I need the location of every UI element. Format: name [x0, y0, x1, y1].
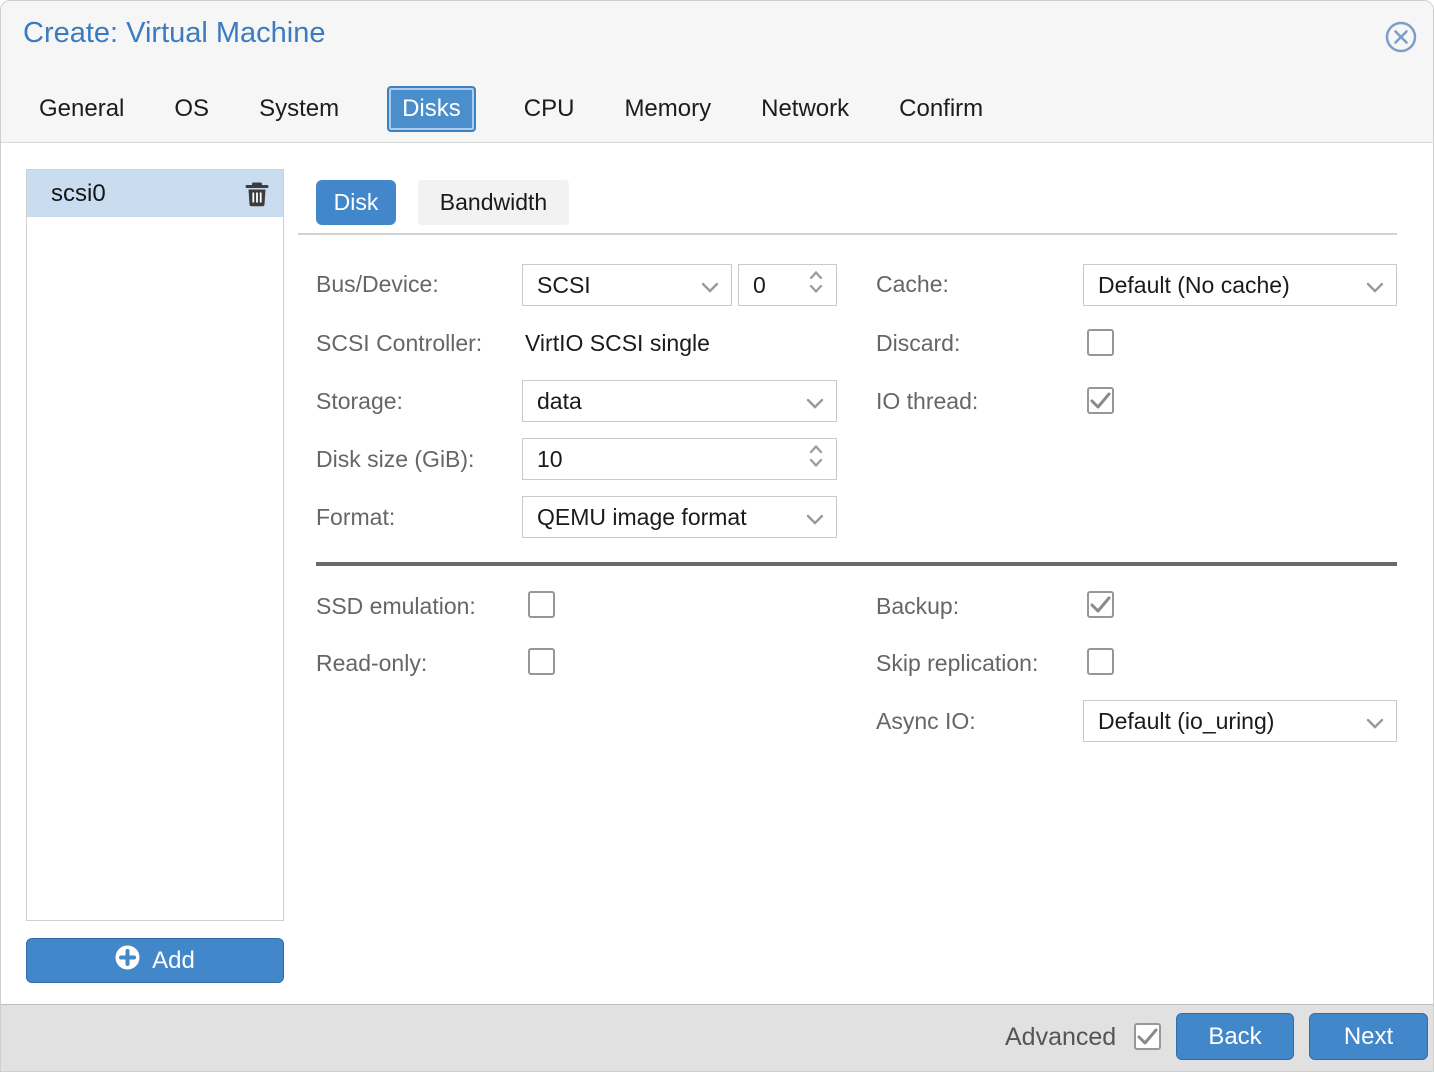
- ssd-emulation-checkbox[interactable]: [528, 591, 555, 618]
- dialog-body: scsi0 Add Disk: [1, 144, 1433, 1006]
- ssd-emulation-label: SSD emulation:: [316, 593, 476, 620]
- tab-os[interactable]: OS: [172, 86, 211, 132]
- section-divider: [316, 562, 1397, 566]
- discard-label: Discard:: [876, 330, 960, 357]
- spinner-arrows-icon[interactable]: [808, 269, 824, 301]
- dialog-header: Create: Virtual Machine General OS Syste…: [1, 1, 1433, 143]
- bus-device-label: Bus/Device:: [316, 271, 439, 298]
- chevron-down-icon: [806, 388, 824, 415]
- tab-network[interactable]: Network: [759, 86, 851, 132]
- scsi-controller-label: SCSI Controller:: [316, 330, 482, 357]
- subtab-divider: [298, 233, 1397, 235]
- back-button[interactable]: Back: [1176, 1013, 1294, 1060]
- tab-system[interactable]: System: [257, 86, 341, 132]
- delete-disk-icon[interactable]: [245, 181, 269, 207]
- io-thread-label: IO thread:: [876, 388, 978, 415]
- skip-replication-label: Skip replication:: [876, 650, 1038, 677]
- device-number-stepper[interactable]: 0: [738, 264, 837, 306]
- close-button[interactable]: [1383, 19, 1419, 55]
- format-select[interactable]: QEMU image format: [522, 496, 837, 538]
- plus-icon: [115, 945, 140, 977]
- skip-replication-checkbox[interactable]: [1087, 648, 1114, 675]
- chevron-down-icon: [1366, 708, 1384, 735]
- backup-label: Backup:: [876, 593, 959, 620]
- backup-checkbox[interactable]: [1087, 591, 1114, 618]
- dialog-title: Create: Virtual Machine: [23, 17, 326, 50]
- subtab-disk[interactable]: Disk: [316, 180, 396, 225]
- chevron-down-icon: [806, 504, 824, 531]
- disk-size-stepper[interactable]: 10: [522, 438, 837, 480]
- read-only-checkbox[interactable]: [528, 648, 555, 675]
- wizard-tabs: General OS System Disks CPU Memory Netwo…: [37, 84, 985, 134]
- async-io-select[interactable]: Default (io_uring): [1083, 700, 1397, 742]
- read-only-label: Read-only:: [316, 650, 427, 677]
- advanced-checkbox[interactable]: [1134, 1023, 1161, 1050]
- storage-select[interactable]: data: [522, 380, 837, 422]
- tab-cpu[interactable]: CPU: [522, 86, 577, 132]
- tab-confirm[interactable]: Confirm: [897, 86, 985, 132]
- spinner-arrows-icon[interactable]: [808, 443, 824, 475]
- disk-size-label: Disk size (GiB):: [316, 446, 474, 473]
- next-button[interactable]: Next: [1309, 1013, 1428, 1060]
- disk-list-panel: scsi0: [26, 169, 284, 921]
- add-disk-button[interactable]: Add: [26, 938, 284, 983]
- tab-disks[interactable]: Disks: [387, 86, 476, 132]
- chevron-down-icon: [1366, 272, 1384, 299]
- disk-item-label: scsi0: [51, 180, 106, 208]
- io-thread-checkbox[interactable]: [1087, 387, 1114, 414]
- disk-list-item-scsi0[interactable]: scsi0: [27, 170, 283, 217]
- tab-general[interactable]: General: [37, 86, 126, 132]
- create-vm-dialog: Create: Virtual Machine General OS Syste…: [0, 0, 1434, 1072]
- cache-label: Cache:: [876, 271, 949, 298]
- advanced-label: Advanced: [1005, 1023, 1116, 1052]
- chevron-down-icon: [701, 272, 719, 299]
- add-button-label: Add: [152, 947, 195, 975]
- format-label: Format:: [316, 504, 395, 531]
- subtab-bandwidth[interactable]: Bandwidth: [418, 180, 569, 225]
- bus-select[interactable]: SCSI: [522, 264, 732, 306]
- close-icon: [1383, 42, 1419, 59]
- tab-memory[interactable]: Memory: [622, 86, 713, 132]
- dialog-footer: Advanced Back Next: [1, 1004, 1433, 1071]
- cache-select[interactable]: Default (No cache): [1083, 264, 1397, 306]
- storage-label: Storage:: [316, 388, 403, 415]
- scsi-controller-value: VirtIO SCSI single: [525, 330, 710, 357]
- discard-checkbox[interactable]: [1087, 329, 1114, 356]
- async-io-label: Async IO:: [876, 708, 976, 735]
